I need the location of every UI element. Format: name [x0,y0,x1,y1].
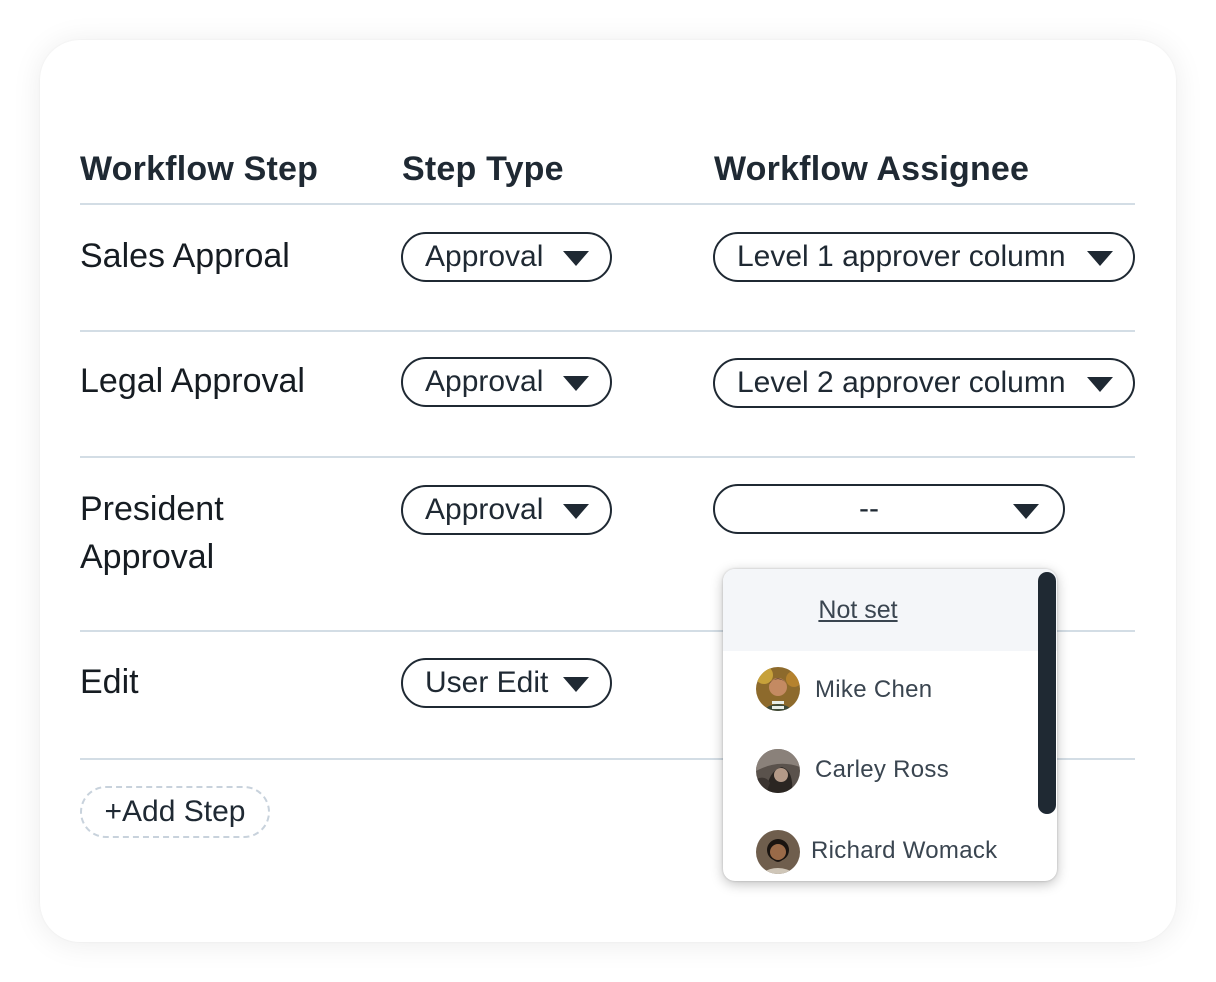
header-workflow-assignee: Workflow Assignee [714,150,1030,188]
option-label: Not set [818,595,898,624]
option-mike-chen[interactable]: Mike Chen [723,660,1043,720]
caret-down-icon [563,504,589,519]
caret-down-icon [563,677,589,692]
assignee-value: -- [859,492,879,525]
step-type-value: Approval [425,365,544,398]
avatar [756,667,800,711]
dropdown-scrollbar[interactable] [1038,572,1056,814]
caret-down-icon [1087,377,1113,392]
step-type-value: User Edit [425,666,549,699]
step-type-value: Approval [425,240,544,273]
step-name-legal: Legal Approval [80,362,305,400]
assignee-value: Level 1 approver column [737,240,1066,273]
step-name-president: President Approval [80,485,224,581]
header-workflow-step: Workflow Step [80,150,319,188]
row-divider [80,456,1135,458]
caret-down-icon [563,376,589,391]
step-type-select[interactable]: Approval [401,485,612,535]
caret-down-icon [563,251,589,266]
caret-down-icon [1087,251,1113,266]
caret-down-icon [1013,504,1039,519]
row-divider [80,330,1135,332]
step-name-line: Approval [80,538,215,576]
option-carley-ross[interactable]: Carley Ross [723,740,1043,800]
step-type-select[interactable]: Approval [401,357,612,407]
assignee-select-open[interactable]: -- [713,484,1065,534]
header-divider [80,203,1135,205]
step-type-select[interactable]: Approval [401,232,612,282]
option-not-set[interactable]: Not set [723,569,1057,651]
avatar [756,749,800,793]
assignee-select[interactable]: Level 1 approver column [713,232,1135,282]
assignee-dropdown-menu: Not set Mike Chen Carley Ross Richard Wo… [723,569,1057,881]
add-step-button[interactable]: +Add Step [80,786,270,838]
option-richard-womack[interactable]: Richard Womack [723,821,1043,881]
header-step-type: Step Type [402,150,564,188]
assignee-select[interactable]: Level 2 approver column [713,358,1135,408]
option-label: Mike Chen [815,676,933,703]
avatar [756,830,800,874]
step-name-sales: Sales Approal [80,237,290,275]
step-name-line: President [80,490,224,528]
option-label: Carley Ross [815,756,949,783]
step-name-edit: Edit [80,663,139,701]
step-type-value: Approval [425,493,544,526]
option-label: Richard Womack [811,837,998,864]
assignee-value: Level 2 approver column [737,366,1066,399]
step-type-select[interactable]: User Edit [401,658,612,708]
